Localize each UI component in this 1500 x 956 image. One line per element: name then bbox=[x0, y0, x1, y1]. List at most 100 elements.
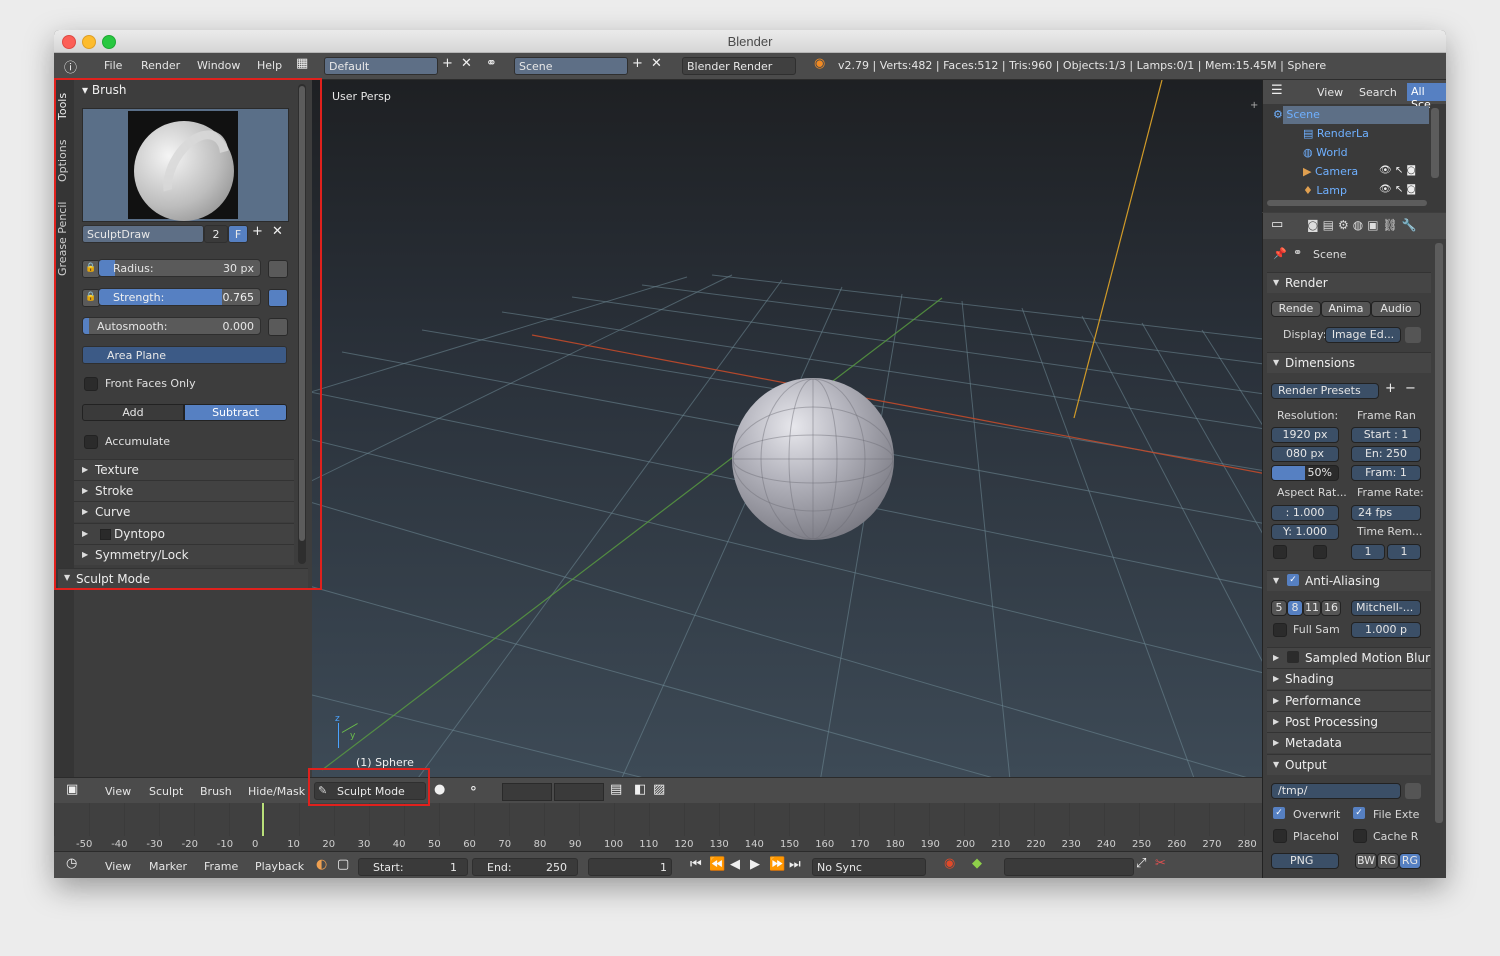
menu-view[interactable]: View bbox=[105, 785, 131, 798]
current-frame-cursor[interactable] bbox=[262, 803, 264, 836]
resolution-percentage-slider[interactable]: 50% bbox=[1271, 465, 1339, 481]
delete-scene-icon[interactable]: ✕ bbox=[651, 56, 662, 71]
placeholders-checkbox[interactable] bbox=[1273, 829, 1287, 843]
outliner-row-scene[interactable]: ⚙ Scene bbox=[1273, 108, 1320, 121]
viewport-corner-plus-icon[interactable]: + bbox=[1250, 100, 1258, 111]
add-preset-icon[interactable]: + bbox=[1385, 381, 1396, 396]
jump-end-icon[interactable]: ⏭ bbox=[789, 857, 801, 872]
layers-grid-b[interactable] bbox=[554, 783, 604, 801]
sync-mode-select[interactable]: No Sync bbox=[812, 858, 926, 876]
anti-aliasing-panel-header[interactable]: ▼ ✓ Anti-Aliasing bbox=[1267, 570, 1431, 591]
render-image-button[interactable]: Rende bbox=[1271, 301, 1321, 317]
dimensions-panel-header[interactable]: ▼ Dimensions bbox=[1267, 352, 1431, 373]
overwrite-checkbox[interactable]: ✓ bbox=[1273, 807, 1285, 819]
folder-browse-icon[interactable] bbox=[1405, 783, 1421, 799]
keyframe-type-icon[interactable]: ◆ bbox=[972, 856, 982, 871]
outliner-editor-type-icon[interactable]: ☰ bbox=[1271, 83, 1283, 98]
timeline-editor-type-icon[interactable]: ◷ bbox=[66, 856, 77, 871]
menu-window[interactable]: Window bbox=[197, 59, 240, 72]
frame-step-field[interactable]: Fram: 1 bbox=[1351, 465, 1421, 481]
keying-set-field[interactable] bbox=[1004, 858, 1134, 876]
aa-samples-16[interactable]: 16 bbox=[1321, 600, 1341, 616]
camera-visibility-icon[interactable]: 👁 ↖ ◙ bbox=[1379, 165, 1416, 176]
3d-viewport[interactable]: User Persp z y (1) Sphere + bbox=[312, 80, 1262, 777]
outliner-menu-view[interactable]: View bbox=[1317, 86, 1343, 99]
time-remap-new-field[interactable]: 1 bbox=[1387, 544, 1421, 560]
performance-panel-header[interactable]: ▶ Performance bbox=[1267, 690, 1431, 711]
menu-hide-mask[interactable]: Hide/Mask bbox=[248, 785, 305, 798]
timeline-menu-view[interactable]: View bbox=[105, 860, 131, 873]
menu-help[interactable]: Help bbox=[257, 59, 282, 72]
render-preview-icon[interactable]: ▤ bbox=[610, 782, 622, 797]
current-frame-field[interactable]: 1 bbox=[588, 858, 672, 876]
outliner-hscroll[interactable] bbox=[1267, 200, 1427, 206]
properties-editor-type-icon[interactable]: ▭ bbox=[1271, 217, 1283, 232]
render-presets-select[interactable]: Render Presets bbox=[1271, 383, 1379, 399]
pivot-point-icon[interactable]: ⚬ bbox=[468, 782, 479, 797]
anti-aliasing-checkbox[interactable]: ✓ bbox=[1287, 574, 1299, 586]
render-audio-button[interactable]: Audio bbox=[1371, 301, 1421, 317]
play-icon[interactable]: ▶ bbox=[750, 857, 760, 872]
preview-range-icon[interactable]: ◐ bbox=[316, 857, 327, 872]
delete-keyframe-icon[interactable]: ✂ bbox=[1155, 856, 1166, 871]
render-anim-icon[interactable]: ▨ bbox=[653, 782, 665, 797]
outliner-row-renderlayers[interactable]: ▤ RenderLa bbox=[1303, 127, 1369, 140]
filter-size-field[interactable]: 1.000 p bbox=[1351, 622, 1421, 638]
motion-blur-checkbox[interactable] bbox=[1287, 651, 1299, 663]
jump-start-icon[interactable]: ⏮ bbox=[690, 857, 702, 872]
sphere-mesh[interactable] bbox=[732, 378, 894, 540]
timeline-area[interactable]: -50 -40 -30 -20 -10 0 10 20 30 40 50 60 70 80 90 100 110… bbox=[54, 803, 1262, 851]
remove-preset-icon[interactable]: − bbox=[1405, 381, 1416, 396]
lock-range-icon[interactable]: ▢ bbox=[337, 857, 349, 872]
aa-samples-11[interactable]: 11 bbox=[1303, 600, 1321, 616]
file-extensions-checkbox[interactable]: ✓ bbox=[1353, 807, 1365, 819]
display-select[interactable]: Image Ed... bbox=[1325, 327, 1401, 343]
properties-scrollbar[interactable] bbox=[1435, 243, 1443, 823]
scene-icon[interactable]: ⚭ bbox=[486, 56, 497, 71]
start-frame-field[interactable]: Start: 1 bbox=[358, 858, 468, 876]
screen-layout-field[interactable]: Default bbox=[324, 57, 438, 75]
properties-context-icons[interactable]: ◙▤⚙◍▣⛓🔧 bbox=[1307, 218, 1421, 232]
menu-brush[interactable]: Brush bbox=[200, 785, 232, 798]
end-frame-field[interactable]: End: 250 bbox=[472, 858, 578, 876]
outliner-display-mode[interactable]: All Sce bbox=[1407, 83, 1446, 111]
outliner-menu-search[interactable]: Search bbox=[1359, 86, 1397, 99]
aa-samples-5[interactable]: 5 bbox=[1271, 600, 1287, 616]
delete-layout-icon[interactable]: ✕ bbox=[461, 56, 472, 71]
cache-result-checkbox[interactable] bbox=[1353, 829, 1367, 843]
file-format-select[interactable]: PNG bbox=[1271, 853, 1339, 869]
aspect-y-field[interactable]: Y: 1.000 bbox=[1271, 524, 1339, 540]
frame-start-field[interactable]: Start : 1 bbox=[1351, 427, 1421, 443]
outliner-row-camera[interactable]: ▶ Camera bbox=[1303, 165, 1358, 178]
viewport-shading-icon[interactable]: ● bbox=[434, 782, 445, 797]
aa-samples-8[interactable]: 8 bbox=[1287, 600, 1303, 616]
add-layout-icon[interactable]: + bbox=[442, 56, 453, 71]
jump-keyframe-back-icon[interactable]: ⏪ bbox=[709, 857, 725, 872]
play-reverse-icon[interactable]: ◀ bbox=[730, 857, 740, 872]
timeline-menu-marker[interactable]: Marker bbox=[149, 860, 187, 873]
record-icon[interactable]: ◉ bbox=[944, 856, 955, 871]
add-scene-icon[interactable]: + bbox=[632, 56, 643, 71]
border-checkbox[interactable] bbox=[1273, 545, 1287, 559]
color-mode-rgb[interactable]: RG bbox=[1377, 853, 1399, 869]
aspect-x-field[interactable]: : 1.000 bbox=[1271, 505, 1339, 521]
menu-sculpt[interactable]: Sculpt bbox=[149, 785, 183, 798]
display-lock-icon[interactable] bbox=[1405, 327, 1421, 343]
color-mode-rgba[interactable]: RG bbox=[1399, 853, 1421, 869]
timeline-menu-playback[interactable]: Playback bbox=[255, 860, 304, 873]
frame-rate-select[interactable]: 24 fps bbox=[1351, 505, 1421, 521]
outliner-row-lamp[interactable]: ♦ Lamp bbox=[1303, 184, 1347, 197]
info-editor-type-icon[interactable]: ⓘ bbox=[64, 57, 77, 76]
full-sample-checkbox[interactable] bbox=[1273, 623, 1287, 637]
pin-icon[interactable]: 📌 bbox=[1273, 247, 1287, 260]
metadata-panel-header[interactable]: ▶ Metadata bbox=[1267, 732, 1431, 753]
resolution-y-field[interactable]: 080 px bbox=[1271, 446, 1339, 462]
render-camera-icon[interactable]: ◧ bbox=[634, 782, 646, 797]
timeline-menu-frame[interactable]: Frame bbox=[204, 860, 238, 873]
shading-panel-header[interactable]: ▶ Shading bbox=[1267, 668, 1431, 689]
lamp-visibility-icon[interactable]: 👁 ↖ ◙ bbox=[1379, 184, 1416, 195]
frame-end-field[interactable]: En: 250 bbox=[1351, 446, 1421, 462]
time-remap-old-field[interactable]: 1 bbox=[1351, 544, 1385, 560]
render-engine-select[interactable]: Blender Render bbox=[682, 57, 796, 75]
scene-field[interactable]: Scene bbox=[514, 57, 628, 75]
